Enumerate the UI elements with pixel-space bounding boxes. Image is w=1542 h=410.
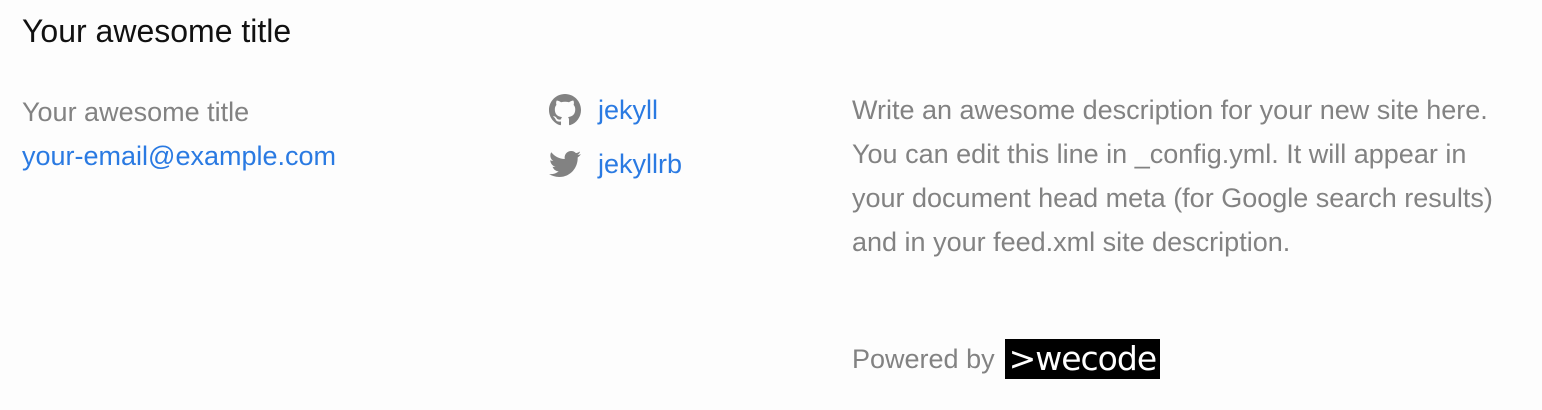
social-item-twitter[interactable]: jekyllrb <box>548 142 818 186</box>
footer-contact-column: Your awesome title your-email@example.co… <box>22 90 502 178</box>
social-item-github[interactable]: jekyll <box>548 88 818 132</box>
twitter-icon <box>548 147 582 181</box>
footer-heading: Your awesome title <box>22 13 292 49</box>
wecode-logo[interactable]: >wecode <box>1004 339 1161 379</box>
footer-description-column: Write an awesome description for your ne… <box>852 88 1512 264</box>
email-link[interactable]: your-email@example.com <box>22 134 502 178</box>
footer-social-column: jekyll jekyllrb <box>548 88 818 196</box>
powered-by: Powered by >wecode <box>852 338 1161 380</box>
site-description: Write an awesome description for your ne… <box>852 95 1493 257</box>
twitter-username-link[interactable]: jekyllrb <box>598 149 682 180</box>
github-username-link[interactable]: jekyll <box>598 95 658 126</box>
powered-by-label: Powered by <box>852 343 995 374</box>
footer-site-name: Your awesome title <box>22 97 250 127</box>
github-icon <box>548 93 582 127</box>
